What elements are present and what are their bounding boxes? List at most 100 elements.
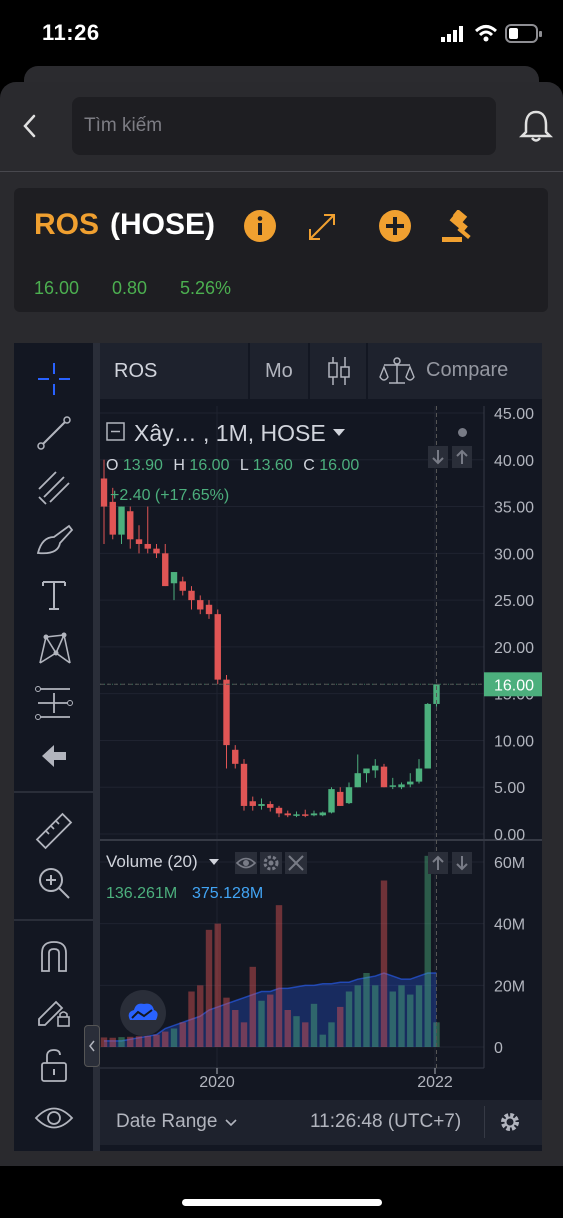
candle: [302, 814, 309, 816]
home-indicator: [182, 1199, 382, 1206]
chart-pane: 45.0040.0035.0030.0025.0020.0015.0010.00…: [100, 406, 542, 1145]
candle: [319, 812, 326, 816]
status-bar: 11:26: [0, 0, 563, 66]
date-range-chevron-icon[interactable]: [224, 1118, 238, 1128]
price-axis-label: 0.00: [494, 827, 525, 844]
volume-remove-icon[interactable]: [285, 852, 307, 874]
unlock-icon[interactable]: [38, 1047, 70, 1083]
lock-drawings-icon[interactable]: [36, 993, 72, 1029]
current-price-label: 16.00: [494, 677, 534, 694]
bell-icon[interactable]: [519, 108, 553, 144]
volume-bar: [407, 994, 414, 1047]
battery-icon: [505, 24, 542, 43]
legend-collapse-button[interactable]: [106, 422, 126, 442]
volume-bar: [170, 1028, 178, 1047]
volume-bar: [118, 1037, 125, 1047]
volume-bar: [389, 991, 396, 1047]
scroll-up-button[interactable]: [452, 446, 472, 468]
home-indicator-area: [0, 1166, 563, 1218]
volume-bar: [153, 1034, 160, 1047]
toolbar-divider-2: [14, 919, 93, 921]
candle: [127, 511, 134, 540]
candle: [144, 543, 151, 549]
quote-card: [14, 188, 548, 312]
candle: [188, 590, 195, 601]
series-dropdown-icon[interactable]: [332, 428, 346, 438]
close-label: C: [303, 457, 315, 474]
crosshair-icon[interactable]: [36, 361, 72, 397]
volume-bar: [258, 1000, 265, 1047]
text-tool-icon[interactable]: [39, 577, 69, 613]
volume-bar: [372, 985, 379, 1047]
interval-button[interactable]: Mo: [265, 360, 293, 383]
eye-icon[interactable]: [34, 1105, 74, 1131]
compare-label: Compare: [426, 359, 509, 381]
volume-bar: [354, 985, 361, 1047]
volume-up-button[interactable]: [428, 852, 448, 874]
add-icon[interactable]: [378, 209, 412, 243]
pattern-icon[interactable]: [36, 631, 72, 667]
volume-settings-icon[interactable]: [260, 852, 282, 874]
quote-price: 16.00: [34, 278, 80, 298]
open-label: O: [106, 457, 119, 474]
series-title[interactable]: Xây… , 1M, HOSE: [134, 420, 326, 447]
tradingview-logo[interactable]: [120, 990, 166, 1036]
symbol-button[interactable]: ROS: [114, 360, 157, 383]
candle: [275, 807, 283, 814]
high-label: H: [173, 457, 185, 474]
status-time: 11:26: [42, 20, 100, 45]
expand-icon[interactable]: [306, 211, 338, 243]
volume-bar: [205, 929, 213, 1047]
back-chevron-icon[interactable]: [20, 113, 40, 139]
candle: [293, 814, 300, 816]
volume-dropdown-icon[interactable]: [208, 858, 220, 866]
chart-clock[interactable]: 11:26:48 (UTC+7): [310, 1111, 461, 1133]
price-axis-label: 25.00: [494, 593, 534, 610]
volume-bar: [249, 966, 256, 1047]
price-axis-label: 10.00: [494, 733, 534, 750]
volume-axis-label: 0: [494, 1040, 503, 1057]
fib-tool-icon[interactable]: [36, 469, 72, 505]
search-input[interactable]: Tìm kiếm: [72, 97, 496, 155]
candle: [328, 789, 335, 813]
chart-canvas[interactable]: 45.0040.0035.0030.0025.0020.0015.0010.00…: [100, 406, 542, 1145]
volume-down-button[interactable]: [452, 852, 472, 874]
candle: [153, 548, 160, 554]
prediction-tool-icon[interactable]: [34, 683, 74, 723]
volume-visibility-icon[interactable]: [235, 852, 257, 874]
volume-bar: [302, 1022, 309, 1047]
volume-bar: [424, 855, 431, 1047]
candles-style-icon[interactable]: [326, 355, 352, 387]
candle: [240, 763, 248, 806]
chart-settings-gear-icon[interactable]: [498, 1110, 522, 1134]
volume-bar: [100, 1037, 108, 1047]
trend-line-icon[interactable]: [36, 415, 72, 451]
candle: [337, 791, 344, 806]
info-icon[interactable]: [243, 209, 277, 243]
price-axis-label: 20.00: [494, 640, 534, 657]
zoom-in-icon[interactable]: [36, 865, 72, 901]
magnet-icon[interactable]: [38, 939, 70, 973]
candle: [407, 781, 414, 785]
scroll-down-button[interactable]: [428, 446, 448, 468]
volume-bar: [144, 1035, 151, 1047]
gavel-icon[interactable]: [440, 210, 476, 244]
header-divider: [0, 171, 563, 172]
candle: [415, 768, 423, 782]
drawing-toolbar: [14, 343, 93, 1151]
collapse-toolbar-handle[interactable]: [84, 1025, 100, 1067]
candle: [205, 604, 213, 615]
candle: [372, 765, 379, 771]
candle: [354, 773, 361, 788]
candle: [232, 749, 239, 764]
close-value: 16.00: [319, 457, 360, 474]
compare-button[interactable]: Compare: [378, 353, 528, 389]
date-range-button[interactable]: Date Range: [116, 1111, 217, 1133]
brush-icon[interactable]: [36, 523, 74, 559]
candle: [179, 581, 186, 591]
volume-title[interactable]: Volume (20): [106, 852, 198, 872]
hide-toolbar-arrow-icon[interactable]: [38, 741, 70, 771]
ruler-icon[interactable]: [34, 811, 74, 851]
cloud-logo-icon: [128, 1003, 158, 1020]
volume-bar: [284, 1010, 291, 1047]
